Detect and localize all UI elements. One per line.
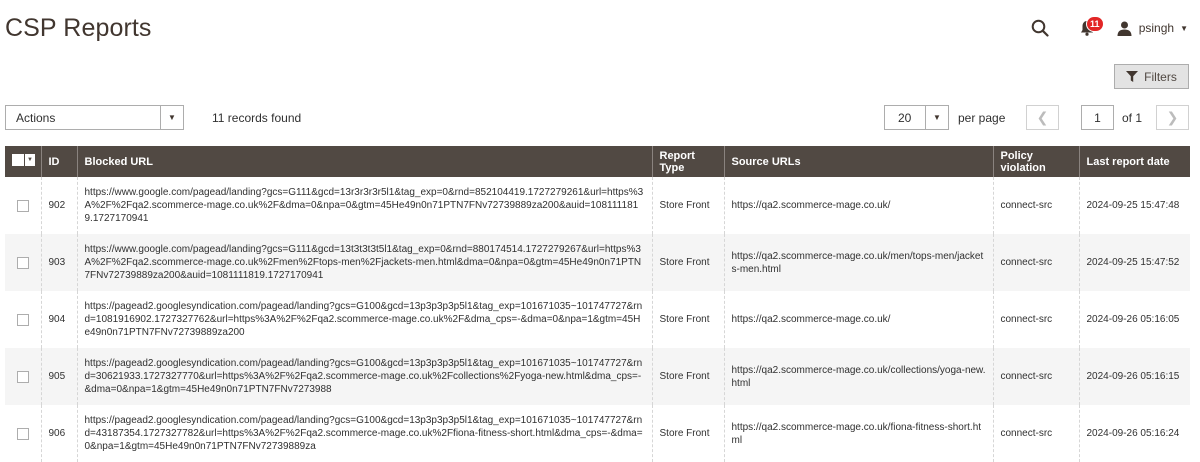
- table-row[interactable]: 906 https://pagead2.googlesyndication.co…: [5, 405, 1190, 462]
- row-checkbox[interactable]: [16, 313, 29, 326]
- chevron-down-icon: ▼: [925, 106, 948, 129]
- column-header-last-report-date[interactable]: Last report date: [1078, 146, 1190, 177]
- chevron-down-icon: ▼: [1180, 23, 1188, 33]
- cell-report-type: Store Front: [651, 348, 724, 405]
- row-checkbox[interactable]: [16, 370, 29, 383]
- cell-source-urls: https://qa2.scommerce-mage.co.uk/: [723, 177, 993, 234]
- cell-blocked-url: https://pagead2.googlesyndication.com/pa…: [76, 405, 652, 462]
- search-button[interactable]: [1028, 16, 1052, 40]
- search-icon: [1031, 19, 1049, 37]
- page-title: CSP Reports: [5, 14, 152, 42]
- notifications-count-badge: 11: [1085, 16, 1104, 32]
- mass-select-header[interactable]: ▼: [5, 146, 41, 177]
- column-header-policy-violation[interactable]: Policy violation: [992, 146, 1079, 177]
- filters-label: Filters: [1144, 69, 1177, 84]
- table-row[interactable]: 903 https://www.google.com/pagead/landin…: [5, 234, 1190, 291]
- cell-report-type: Store Front: [651, 177, 724, 234]
- cell-last-report-date: 2024-09-25 15:47:48: [1078, 177, 1190, 234]
- cell-policy-violation: connect-src: [992, 177, 1079, 234]
- cell-id: 905: [40, 348, 77, 405]
- table-row[interactable]: 905 https://pagead2.googlesyndication.co…: [5, 348, 1190, 405]
- cell-policy-violation: connect-src: [992, 291, 1079, 348]
- cell-source-urls: https://qa2.scommerce-mage.co.uk/: [723, 291, 993, 348]
- row-select-cell[interactable]: [5, 234, 41, 291]
- chevron-right-icon: ❯: [1166, 109, 1179, 125]
- header-actions: 11 psingh ▼: [1028, 16, 1188, 40]
- row-checkbox[interactable]: [16, 427, 29, 440]
- row-checkbox[interactable]: [16, 199, 29, 212]
- actions-label: Actions: [16, 111, 56, 125]
- column-header-blocked-url[interactable]: Blocked URL: [76, 146, 652, 177]
- column-header-id[interactable]: ID: [40, 146, 77, 177]
- mass-select-checkbox[interactable]: ▼: [12, 154, 35, 166]
- records-found: 11 records found: [212, 111, 302, 125]
- filter-icon: [1126, 71, 1139, 82]
- cell-id: 904: [40, 291, 77, 348]
- row-select-cell[interactable]: [5, 291, 41, 348]
- cell-report-type: Store Front: [651, 291, 724, 348]
- cell-blocked-url: https://pagead2.googlesyndication.com/pa…: [76, 348, 652, 405]
- cell-last-report-date: 2024-09-25 15:47:52: [1078, 234, 1190, 291]
- cell-policy-violation: connect-src: [992, 405, 1079, 462]
- username-label: psingh: [1138, 21, 1175, 35]
- cell-last-report-date: 2024-09-26 05:16:24: [1078, 405, 1190, 462]
- previous-page-button[interactable]: ❮: [1026, 105, 1059, 130]
- cell-policy-violation: connect-src: [992, 234, 1079, 291]
- row-checkbox[interactable]: [16, 256, 29, 269]
- cell-blocked-url: https://pagead2.googlesyndication.com/pa…: [76, 291, 652, 348]
- chevron-down-icon: ▼: [160, 106, 183, 129]
- cell-source-urls: https://qa2.scommerce-mage.co.uk/collect…: [723, 348, 993, 405]
- notifications-button[interactable]: 11: [1075, 16, 1104, 40]
- current-page-input[interactable]: [1081, 105, 1114, 130]
- cell-source-urls: https://qa2.scommerce-mage.co.uk/men/top…: [723, 234, 993, 291]
- total-pages-label: of 1: [1122, 111, 1143, 125]
- next-page-button[interactable]: ❯: [1156, 105, 1189, 130]
- cell-policy-violation: connect-src: [992, 348, 1079, 405]
- row-select-cell[interactable]: [5, 405, 41, 462]
- user-menu[interactable]: psingh ▼: [1117, 21, 1188, 36]
- cell-report-type: Store Front: [651, 234, 724, 291]
- row-select-cell[interactable]: [5, 177, 41, 234]
- checkbox-icon: [12, 154, 24, 166]
- table-row[interactable]: 902 https://www.google.com/pagead/landin…: [5, 177, 1190, 234]
- table-row[interactable]: 904 https://pagead2.googlesyndication.co…: [5, 291, 1190, 348]
- cell-id: 906: [40, 405, 77, 462]
- actions-dropdown[interactable]: Actions ▼: [5, 105, 184, 130]
- filters-button[interactable]: Filters: [1114, 64, 1189, 89]
- row-select-cell[interactable]: [5, 348, 41, 405]
- chevron-left-icon: ❮: [1036, 109, 1049, 125]
- cell-report-type: Store Front: [651, 405, 724, 462]
- column-header-report-type[interactable]: Report Type: [651, 146, 724, 177]
- per-page-value: 20: [898, 111, 912, 125]
- cell-last-report-date: 2024-09-26 05:16:15: [1078, 348, 1190, 405]
- column-header-source-urls[interactable]: Source URLs: [723, 146, 993, 177]
- cell-blocked-url: https://www.google.com/pagead/landing?gc…: [76, 234, 652, 291]
- cell-source-urls: https://qa2.scommerce-mage.co.uk/fiona-f…: [723, 405, 993, 462]
- cell-last-report-date: 2024-09-26 05:16:05: [1078, 291, 1190, 348]
- per-page-dropdown[interactable]: 20 ▼: [884, 105, 949, 130]
- per-page-label: per page: [958, 111, 1006, 125]
- grid-header-row: ▼ ID Blocked URL Report Type Source URLs…: [5, 146, 1190, 177]
- cell-id: 903: [40, 234, 77, 291]
- csp-reports-grid: ▼ ID Blocked URL Report Type Source URLs…: [5, 146, 1190, 462]
- cell-blocked-url: https://www.google.com/pagead/landing?gc…: [76, 177, 652, 234]
- chevron-down-icon: ▼: [25, 154, 35, 166]
- cell-id: 902: [40, 177, 77, 234]
- user-icon: [1117, 21, 1132, 36]
